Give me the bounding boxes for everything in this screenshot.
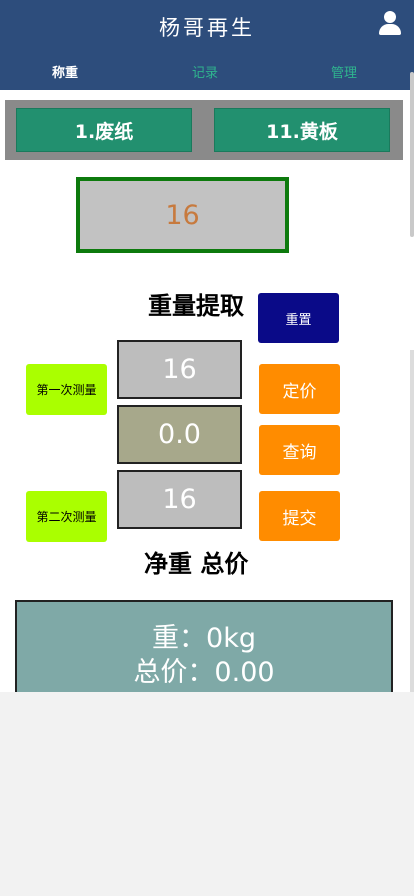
app-screen: 杨哥再生 称重 记录 管理 1.废纸 11.黄板 16 重量提取 重置 第一次测…: [0, 0, 414, 692]
scrollbar-mid[interactable]: [410, 350, 414, 692]
first-measure-button[interactable]: 第一次测量: [26, 364, 107, 415]
total-price-text: 总价：0.00: [133, 657, 275, 688]
second-measure-button[interactable]: 第二次测量: [26, 491, 107, 542]
user-icon[interactable]: [378, 11, 402, 37]
user-icon-head: [384, 11, 396, 23]
scrollbar-top[interactable]: [410, 72, 414, 237]
submit-button[interactable]: 提交: [259, 491, 340, 541]
tab-weigh[interactable]: 称重: [52, 62, 78, 81]
query-button[interactable]: 查询: [259, 425, 340, 475]
tab-manage[interactable]: 管理: [331, 62, 357, 81]
user-icon-body: [379, 24, 401, 35]
net-total-heading: 净重 总价: [144, 550, 249, 578]
price-button[interactable]: 定价: [259, 364, 340, 414]
first-weight-value: 16: [117, 340, 242, 399]
weight-extract-heading: 重量提取: [148, 292, 244, 320]
reset-button[interactable]: 重置: [258, 293, 339, 343]
result-panel: 重：0kg 总价：0.00: [15, 600, 393, 692]
second-weight-value: 16: [117, 470, 242, 529]
category-bar: 1.废纸 11.黄板: [5, 100, 403, 160]
tab-records[interactable]: 记录: [192, 62, 218, 81]
weight-display: 16: [76, 177, 289, 253]
header-bar: 杨哥再生 称重 记录 管理: [0, 0, 414, 90]
app-title: 杨哥再生: [159, 16, 255, 40]
category-button-paper[interactable]: 1.废纸: [16, 108, 192, 152]
middle-value: 0.0: [117, 405, 242, 464]
category-button-yellow-board[interactable]: 11.黄板: [214, 108, 390, 152]
